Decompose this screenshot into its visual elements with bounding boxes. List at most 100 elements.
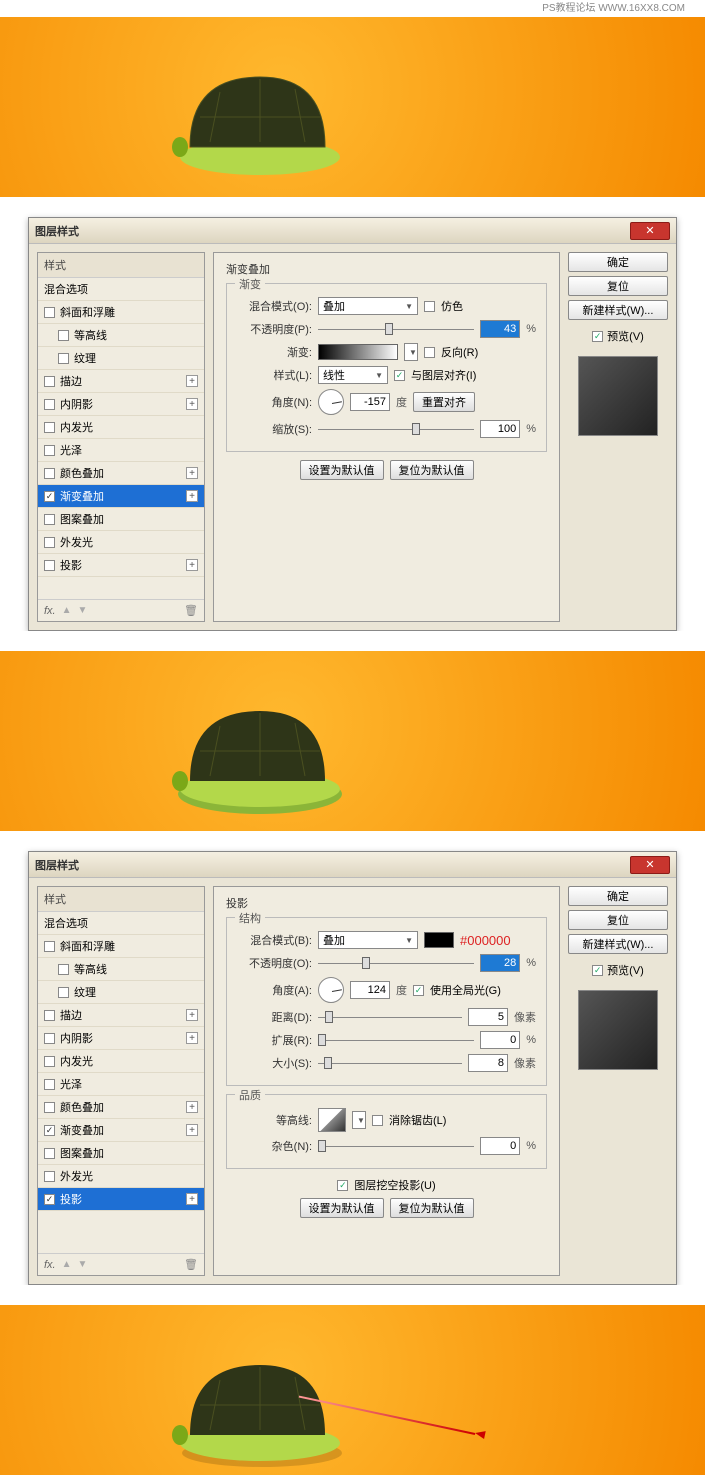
angle-input[interactable]: 124 (350, 981, 390, 999)
style-checkbox[interactable] (44, 468, 55, 479)
style-checkbox[interactable] (44, 1033, 55, 1044)
scale-input[interactable]: 100 (480, 420, 520, 438)
style-item[interactable]: 斜面和浮雕 (38, 301, 204, 324)
down-arrow-icon[interactable]: ▼ (78, 605, 88, 616)
style-checkbox[interactable] (44, 399, 55, 410)
style-item[interactable]: 纹理 (38, 347, 204, 370)
style-item[interactable]: 渐变叠加+ (38, 1119, 204, 1142)
blend-options-item[interactable]: 混合选项 (38, 278, 204, 301)
noise-input[interactable]: 0 (480, 1137, 520, 1155)
style-checkbox[interactable] (44, 1148, 55, 1159)
angle-input[interactable]: -157 (350, 393, 390, 411)
blend-mode-select[interactable]: 叠加▼ (318, 931, 418, 949)
add-effect-icon[interactable]: + (186, 1009, 198, 1021)
make-default-button[interactable]: 设置为默认值 (300, 460, 384, 480)
style-checkbox[interactable] (44, 491, 55, 502)
distance-input[interactable]: 5 (468, 1008, 508, 1026)
noise-slider[interactable] (318, 1140, 474, 1152)
style-item[interactable]: 投影+ (38, 554, 204, 577)
style-item[interactable]: 纹理 (38, 981, 204, 1004)
opacity-input[interactable]: 43 (480, 320, 520, 338)
style-checkbox[interactable] (58, 987, 69, 998)
style-checkbox[interactable] (44, 537, 55, 548)
spread-slider[interactable] (318, 1034, 474, 1046)
style-item[interactable]: 等高线 (38, 958, 204, 981)
align-checkbox[interactable] (394, 370, 405, 381)
preview-checkbox[interactable] (592, 331, 603, 342)
style-item[interactable]: 斜面和浮雕 (38, 935, 204, 958)
close-button[interactable]: ✕ (630, 856, 670, 874)
style-checkbox[interactable] (58, 353, 69, 364)
blend-mode-select[interactable]: 叠加▼ (318, 297, 418, 315)
ok-button[interactable]: 确定 (568, 886, 668, 906)
add-effect-icon[interactable]: + (186, 1032, 198, 1044)
style-item[interactable]: 图案叠加 (38, 1142, 204, 1165)
opacity-slider[interactable] (318, 957, 474, 969)
style-checkbox[interactable] (44, 1125, 55, 1136)
style-checkbox[interactable] (58, 964, 69, 975)
distance-slider[interactable] (318, 1011, 462, 1023)
angle-dial[interactable] (318, 389, 344, 415)
trash-icon[interactable]: 🗑 (184, 604, 198, 617)
style-checkbox[interactable] (58, 330, 69, 341)
add-effect-icon[interactable]: + (186, 1124, 198, 1136)
style-checkbox[interactable] (44, 1171, 55, 1182)
knockout-checkbox[interactable] (337, 1180, 348, 1191)
style-checkbox[interactable] (44, 1102, 55, 1113)
add-effect-icon[interactable]: + (186, 490, 198, 502)
style-item[interactable]: 等高线 (38, 324, 204, 347)
style-select[interactable]: 线性▼ (318, 366, 388, 384)
new-style-button[interactable]: 新建样式(W)... (568, 300, 668, 320)
style-item[interactable]: 渐变叠加+ (38, 485, 204, 508)
gradient-dropdown[interactable]: ▼ (404, 343, 418, 361)
style-checkbox[interactable] (44, 376, 55, 387)
add-effect-icon[interactable]: + (186, 467, 198, 479)
style-item[interactable]: 描边+ (38, 1004, 204, 1027)
gradient-picker[interactable] (318, 344, 398, 360)
ok-button[interactable]: 确定 (568, 252, 668, 272)
size-input[interactable]: 8 (468, 1054, 508, 1072)
style-checkbox[interactable] (44, 1079, 55, 1090)
style-checkbox[interactable] (44, 941, 55, 952)
titlebar[interactable]: 图层样式 ✕ (29, 852, 676, 878)
style-item[interactable]: 内发光 (38, 416, 204, 439)
up-arrow-icon[interactable]: ▲ (62, 1259, 72, 1270)
style-checkbox[interactable] (44, 307, 55, 318)
style-checkbox[interactable] (44, 560, 55, 571)
style-item[interactable]: 外发光 (38, 1165, 204, 1188)
up-arrow-icon[interactable]: ▲ (62, 605, 72, 616)
style-item[interactable]: 颜色叠加+ (38, 462, 204, 485)
add-effect-icon[interactable]: + (186, 559, 198, 571)
style-item[interactable]: 内阴影+ (38, 393, 204, 416)
add-effect-icon[interactable]: + (186, 375, 198, 387)
reverse-checkbox[interactable] (424, 347, 435, 358)
preview-checkbox[interactable] (592, 965, 603, 976)
cancel-button[interactable]: 复位 (568, 910, 668, 930)
angle-dial[interactable] (318, 977, 344, 1003)
opacity-slider[interactable] (318, 323, 474, 335)
trash-icon[interactable]: 🗑 (184, 1258, 198, 1271)
close-button[interactable]: ✕ (630, 222, 670, 240)
style-item[interactable]: 内阴影+ (38, 1027, 204, 1050)
add-effect-icon[interactable]: + (186, 398, 198, 410)
style-checkbox[interactable] (44, 422, 55, 433)
global-light-checkbox[interactable] (413, 985, 424, 996)
opacity-input[interactable]: 28 (480, 954, 520, 972)
reset-align-button[interactable]: 重置对齐 (413, 392, 475, 412)
antialias-checkbox[interactable] (372, 1115, 383, 1126)
style-item[interactable]: 光泽 (38, 1073, 204, 1096)
reset-default-button[interactable]: 复位为默认值 (390, 460, 474, 480)
style-checkbox[interactable] (44, 445, 55, 456)
down-arrow-icon[interactable]: ▼ (78, 1259, 88, 1270)
titlebar[interactable]: 图层样式 ✕ (29, 218, 676, 244)
style-checkbox[interactable] (44, 514, 55, 525)
style-checkbox[interactable] (44, 1010, 55, 1021)
blend-options-item[interactable]: 混合选项 (38, 912, 204, 935)
style-item[interactable]: 光泽 (38, 439, 204, 462)
style-item[interactable]: 外发光 (38, 531, 204, 554)
style-item[interactable]: 内发光 (38, 1050, 204, 1073)
add-effect-icon[interactable]: + (186, 1193, 198, 1205)
style-item[interactable]: 图案叠加 (38, 508, 204, 531)
style-item[interactable]: 描边+ (38, 370, 204, 393)
style-checkbox[interactable] (44, 1056, 55, 1067)
